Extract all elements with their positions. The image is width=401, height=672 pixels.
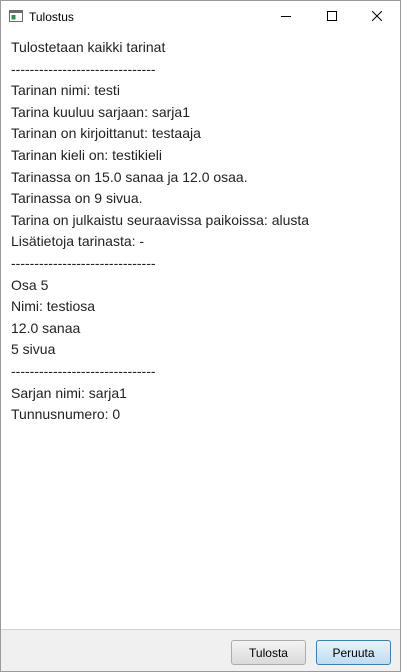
- report-line: Sarjan nimi: sarja1: [11, 384, 127, 401]
- report-line: Osa 5: [11, 276, 49, 293]
- minimize-icon: [281, 8, 291, 26]
- close-button[interactable]: [354, 1, 400, 32]
- report-line: Tarinan on kirjoittanut: testaaja: [11, 125, 201, 142]
- window-title: Tulostus: [29, 10, 74, 24]
- report-line: Lisätietoja tarinasta: -: [11, 233, 145, 250]
- separator-line: -------------------------------: [11, 60, 156, 77]
- app-window-icon: [9, 9, 23, 23]
- print-dialog-window: Tulostus Tulostetaan kaikki tarinat ----…: [0, 0, 401, 672]
- report-line: Tarinan nimi: testi: [11, 82, 120, 99]
- minimize-button[interactable]: [263, 1, 309, 32]
- report-line: Tarinassa on 15.0 sanaa ja 12.0 osaa.: [11, 168, 248, 185]
- report-lines: Tulostetaan kaikki tarinat -------------…: [11, 37, 394, 426]
- title-bar[interactable]: Tulostus: [1, 1, 400, 32]
- separator-line: -------------------------------: [11, 362, 156, 379]
- close-icon: [371, 8, 383, 26]
- report-line: 12.0 sanaa: [11, 319, 81, 336]
- report-line: Nimi: testiosa: [11, 298, 96, 315]
- report-line: Tarinassa on 9 sivua.: [11, 190, 143, 207]
- dialog-button-bar: Tulosta Peruuta: [1, 631, 400, 671]
- report-line: Tarina on julkaistu seuraavissa paikoiss…: [11, 211, 310, 228]
- report-line: 5 sivua: [11, 341, 56, 358]
- report-line: Tarina kuuluu sarjaan: sarja1: [11, 103, 190, 120]
- report-text-area[interactable]: Tulostetaan kaikki tarinat -------------…: [1, 32, 400, 630]
- report-line: Tunnusnumero: 0: [11, 406, 121, 423]
- maximize-button[interactable]: [309, 1, 355, 32]
- report-line: Tarinan kieli on: testikieli: [11, 146, 162, 163]
- report-line: Tulostetaan kaikki tarinat: [11, 39, 166, 55]
- separator-line: -------------------------------: [11, 254, 156, 271]
- cancel-button[interactable]: Peruuta: [316, 640, 391, 665]
- print-button[interactable]: Tulosta: [231, 640, 306, 665]
- maximize-icon: [327, 8, 337, 26]
